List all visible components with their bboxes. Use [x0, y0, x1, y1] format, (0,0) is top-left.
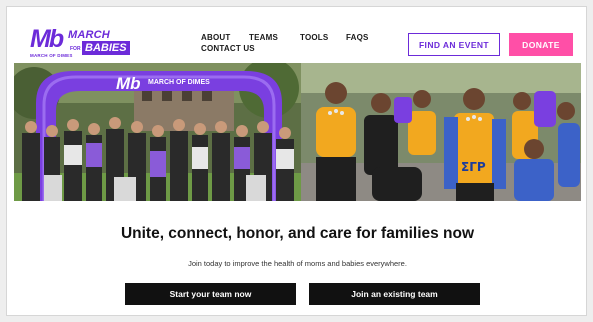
- nav-item-contact-us[interactable]: CONTACT US: [201, 44, 255, 53]
- page-headline: Unite, connect, honor, and care for fami…: [120, 225, 475, 242]
- logo-word-babies: BABIES: [82, 41, 130, 55]
- nav-item-faqs[interactable]: FAQS: [346, 33, 369, 42]
- march-for-babies-logo[interactable]: Mb MARCH OF DIMES MARCH FOR BABIES: [30, 27, 160, 63]
- arch-text: MARCH OF DIMES: [148, 79, 210, 86]
- start-team-button[interactable]: Start your team now: [125, 283, 296, 305]
- nav-item-tools[interactable]: TOOLS: [300, 33, 328, 42]
- arch-logo: Mb: [116, 74, 141, 93]
- join-team-button[interactable]: Join an existing team: [309, 283, 480, 305]
- shirt-letters: ΣΓΡ: [461, 160, 486, 174]
- hero-photo: Mb MARCH OF DIMES ΣΓΡ: [14, 63, 581, 201]
- logo-word-march: MARCH: [68, 29, 110, 41]
- hero-photo-illustration: Mb MARCH OF DIMES ΣΓΡ: [14, 63, 581, 201]
- donate-button[interactable]: DONATE: [509, 33, 573, 56]
- logo-org-name: MARCH OF DIMES: [30, 53, 73, 58]
- nav-item-teams[interactable]: TEAMS: [249, 33, 278, 42]
- nav-item-about[interactable]: ABOUT: [201, 33, 230, 42]
- page-subline: Join today to improve the health of moms…: [188, 259, 407, 268]
- logo-word-for: FOR: [70, 46, 81, 52]
- find-an-event-button[interactable]: FIND AN EVENT: [408, 33, 500, 56]
- browser-frame: Mb MARCH OF DIMES MARCH FOR BABIES ABOUT…: [6, 6, 587, 316]
- site-header: Mb MARCH OF DIMES MARCH FOR BABIES ABOUT…: [7, 7, 586, 63]
- logo-mark: Mb: [30, 25, 64, 53]
